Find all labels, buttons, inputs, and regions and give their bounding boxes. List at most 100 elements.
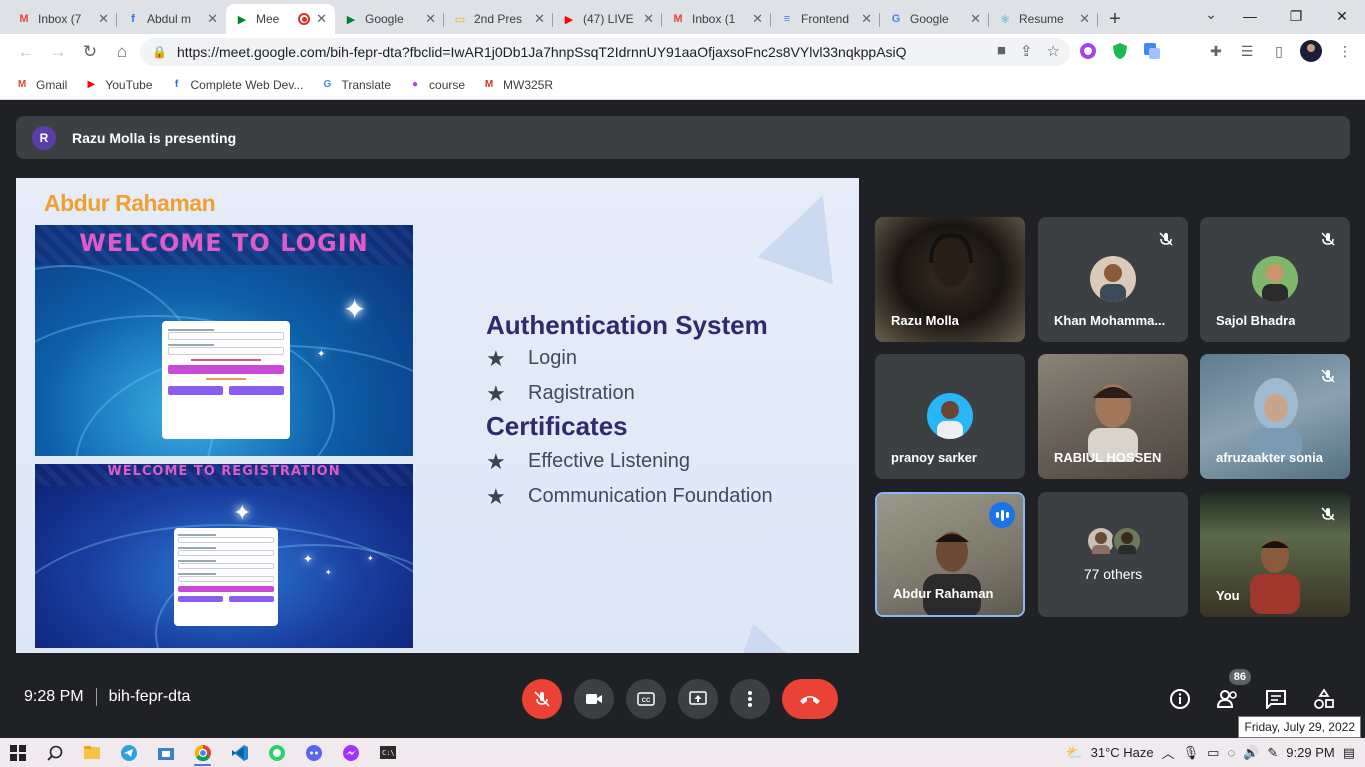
participant-tile[interactable]: pranoy sarker xyxy=(875,354,1025,479)
bookmark-item[interactable]: G Translate xyxy=(319,77,391,93)
bookmark-item[interactable]: ● course xyxy=(407,77,465,93)
store-icon[interactable] xyxy=(147,738,184,767)
browser-tab[interactable]: ▶ (47) LIVE ✕ xyxy=(553,4,662,34)
browser-tab[interactable]: ≡ Frontend ✕ xyxy=(771,4,880,34)
presenting-banner: R Razu Molla is presenting xyxy=(16,116,1350,159)
back-icon[interactable]: ← xyxy=(10,36,42,68)
decorative-triangle xyxy=(757,181,859,285)
telegram-icon[interactable] xyxy=(110,738,147,767)
participant-tile[interactable]: Sajol Bhadra xyxy=(1200,217,1350,342)
browser-tab[interactable]: M Inbox (7 ✕ xyxy=(8,4,117,34)
close-tab-icon[interactable]: ✕ xyxy=(970,11,981,27)
bookmark-item[interactable]: f Complete Web Dev... xyxy=(169,77,304,93)
pen-icon[interactable]: ✎ xyxy=(1267,745,1278,761)
vscode-icon[interactable] xyxy=(221,738,258,767)
messenger-icon[interactable] xyxy=(332,738,369,767)
participant-name: afruzaakter sonia xyxy=(1216,450,1323,465)
meeting-details-button[interactable] xyxy=(1166,685,1194,713)
bookmark-item[interactable]: M Gmail xyxy=(14,77,68,93)
close-tab-icon[interactable]: ✕ xyxy=(98,11,109,27)
browser-tab[interactable]: ▭ 2nd Pres ✕ xyxy=(444,4,553,34)
slide-list-item: ★ Effective Listening xyxy=(486,448,690,474)
reading-list-icon[interactable]: ☰ xyxy=(1236,40,1258,62)
taskbar-clock[interactable]: 9:29 PM xyxy=(1286,745,1334,760)
registration-heading: WELCOME TO REGISTRATION xyxy=(107,464,341,479)
restore-icon[interactable]: ❐ xyxy=(1273,0,1319,32)
profile-avatar[interactable] xyxy=(1300,40,1322,62)
reload-icon[interactable]: ↻ xyxy=(74,36,106,68)
activities-button[interactable] xyxy=(1310,685,1338,713)
menu-kebab-icon[interactable]: ⋮ xyxy=(1334,40,1356,62)
close-tab-icon[interactable]: ✕ xyxy=(207,11,218,27)
home-icon[interactable]: ⌂ xyxy=(106,36,138,68)
weather-icon[interactable]: ⛅ xyxy=(1066,745,1082,761)
minimize-icon[interactable]: — xyxy=(1227,0,1273,32)
windows-start-icon[interactable] xyxy=(0,738,36,767)
browser-tab[interactable]: f Abdul m ✕ xyxy=(117,4,226,34)
participant-tile-self[interactable]: You xyxy=(1200,492,1350,617)
volume-icon[interactable]: 🔊 xyxy=(1243,745,1259,761)
weather-text[interactable]: 31°C Haze xyxy=(1091,745,1154,760)
whatsapp-icon[interactable] xyxy=(258,738,295,767)
close-window-icon[interactable]: ✕ xyxy=(1319,0,1365,32)
extension-translate-icon[interactable] xyxy=(1141,40,1163,62)
side-panel-icon[interactable]: ▯ xyxy=(1268,40,1290,62)
tray-overflow-icon[interactable]: ︿ xyxy=(1162,743,1175,762)
present-screen-button[interactable] xyxy=(678,679,718,719)
camera-toggle-button[interactable] xyxy=(574,679,614,719)
battery-icon[interactable]: ▭ xyxy=(1207,745,1219,761)
network-icon[interactable]: ◌ xyxy=(1227,745,1235,760)
extension-shield-icon[interactable] xyxy=(1109,40,1131,62)
extensions-puzzle-icon[interactable]: ✚ xyxy=(1205,40,1227,62)
close-tab-icon[interactable]: ✕ xyxy=(1079,11,1090,27)
bookmark-item[interactable]: M MW325R xyxy=(481,77,553,93)
close-tab-icon[interactable]: ✕ xyxy=(425,11,436,27)
participant-tile[interactable]: afruzaakter sonia xyxy=(1200,354,1350,479)
system-tray: ⛅ 31°C Haze ︿ 🎙 ▭ ◌ 🔊 ✎ 9:29 PM ▤ xyxy=(1066,738,1365,767)
participant-tile[interactable]: Khan Mohamma... xyxy=(1038,217,1188,342)
others-count: 77 others xyxy=(1083,566,1143,582)
close-tab-icon[interactable]: ✕ xyxy=(752,11,763,27)
mic-tray-icon[interactable]: 🎙 xyxy=(1183,745,1200,761)
chrome-icon[interactable] xyxy=(184,738,221,767)
extension-color-icon[interactable] xyxy=(1077,40,1099,62)
notifications-icon[interactable]: ▤ xyxy=(1343,745,1355,761)
people-button[interactable]: 86 xyxy=(1214,669,1251,713)
presentation-slide: Abdur Rahaman WELCOME TO LOGIN ✦ ✦ WELCO… xyxy=(16,178,859,653)
discord-icon[interactable] xyxy=(295,738,332,767)
file-explorer-icon[interactable] xyxy=(73,738,110,767)
mic-off-icon xyxy=(1318,504,1338,524)
terminal-icon[interactable]: C:\ xyxy=(369,738,406,767)
tab-search-icon[interactable]: ⌄ xyxy=(1205,6,1217,23)
bookmark-star-icon[interactable]: ☆ xyxy=(1047,42,1060,60)
browser-tab[interactable]: ⚛ Resume ✕ xyxy=(989,4,1098,34)
bookmark-item[interactable]: ▶ YouTube xyxy=(83,77,152,93)
participant-name: Abdur Rahaman xyxy=(893,586,994,601)
participant-tile-others[interactable]: 77 others xyxy=(1038,492,1188,617)
lock-icon[interactable]: 🔒 xyxy=(152,45,167,59)
chat-button[interactable] xyxy=(1262,685,1290,713)
close-tab-icon[interactable]: ✕ xyxy=(643,11,654,27)
captions-button[interactable]: CC xyxy=(626,679,666,719)
close-tab-icon[interactable]: ✕ xyxy=(316,11,327,27)
forward-icon[interactable]: → xyxy=(42,36,74,68)
browser-tab[interactable]: ▶ Mee ✕ xyxy=(226,4,335,34)
share-icon[interactable]: ⇪ xyxy=(1020,42,1033,60)
search-icon[interactable] xyxy=(36,738,73,767)
leave-call-button[interactable] xyxy=(782,679,838,719)
participant-tile[interactable]: Razu Molla xyxy=(875,217,1025,342)
participant-tile[interactable]: RABIUL HOSSEN xyxy=(1038,354,1188,479)
new-tab-button[interactable]: + xyxy=(1098,4,1132,34)
more-options-button[interactable] xyxy=(730,679,770,719)
close-tab-icon[interactable]: ✕ xyxy=(861,11,872,27)
participant-tile[interactable]: Abdur Rahaman xyxy=(875,492,1025,617)
svg-text:CC: CC xyxy=(642,698,651,704)
mic-toggle-button[interactable] xyxy=(522,679,562,719)
camera-in-use-icon[interactable]: ■ xyxy=(997,42,1006,60)
address-bar[interactable]: 🔒 https://meet.google.com/bih-fepr-dta?f… xyxy=(140,38,1070,66)
browser-tab[interactable]: M Inbox (1 ✕ xyxy=(662,4,771,34)
close-tab-icon[interactable]: ✕ xyxy=(534,11,545,27)
login-form-card xyxy=(162,321,290,439)
browser-tab[interactable]: ▶ Google ✕ xyxy=(335,4,444,34)
browser-tab[interactable]: G Google ✕ xyxy=(880,4,989,34)
